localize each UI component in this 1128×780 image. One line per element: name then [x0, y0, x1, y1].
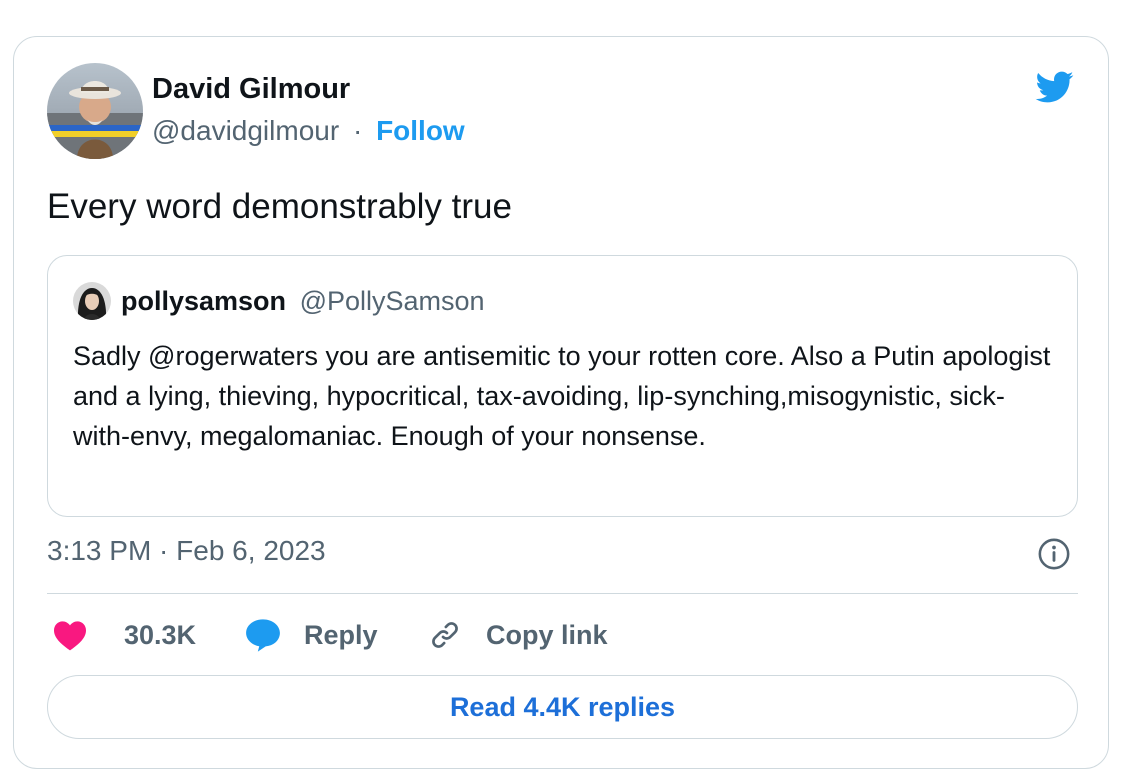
- like-button[interactable]: 30.3K: [52, 615, 196, 655]
- reply-label: Reply: [304, 619, 378, 650]
- actions-divider: [47, 593, 1078, 594]
- quoted-tweet-text: Sadly @rogerwaters you are antisemitic t…: [73, 341, 1051, 451]
- quoted-author-name[interactable]: pollysamson: [121, 286, 286, 316]
- quoted-author-avatar[interactable]: [73, 282, 111, 320]
- reply-button[interactable]: Reply: [244, 615, 378, 655]
- quoted-tweet[interactable]: pollysamson @PollySamson Sadly @rogerwat…: [47, 255, 1078, 517]
- author-handle-row: @davidgilmour · Follow: [152, 115, 465, 147]
- author-handle[interactable]: @davidgilmour: [152, 115, 339, 146]
- read-replies-button[interactable]: Read 4.4K replies: [47, 675, 1078, 739]
- quoted-author-row: pollysamson @PollySamson: [121, 286, 485, 317]
- tweet-text: Every word demonstrably true: [47, 187, 512, 226]
- speech-bubble-icon: [246, 619, 280, 652]
- twitter-bird-icon[interactable]: [1031, 67, 1077, 107]
- author-avatar[interactable]: [47, 63, 143, 159]
- handle-separator: ·: [352, 115, 363, 146]
- tweet-timestamp[interactable]: 3:13 PM · Feb 6, 2023: [47, 535, 326, 567]
- copy-link-button[interactable]: Copy link: [428, 615, 608, 655]
- link-icon: [432, 622, 458, 648]
- info-icon[interactable]: [1037, 537, 1071, 571]
- heart-icon: [54, 621, 86, 651]
- follow-button[interactable]: Follow: [376, 115, 465, 146]
- tweet-embed-card: David Gilmour @davidgilmour · Follow Eve…: [13, 36, 1109, 769]
- like-count: 30.3K: [124, 619, 197, 650]
- quoted-author-handle[interactable]: @PollySamson: [300, 286, 485, 316]
- copy-link-label: Copy link: [486, 619, 608, 650]
- author-name[interactable]: David Gilmour: [152, 73, 350, 106]
